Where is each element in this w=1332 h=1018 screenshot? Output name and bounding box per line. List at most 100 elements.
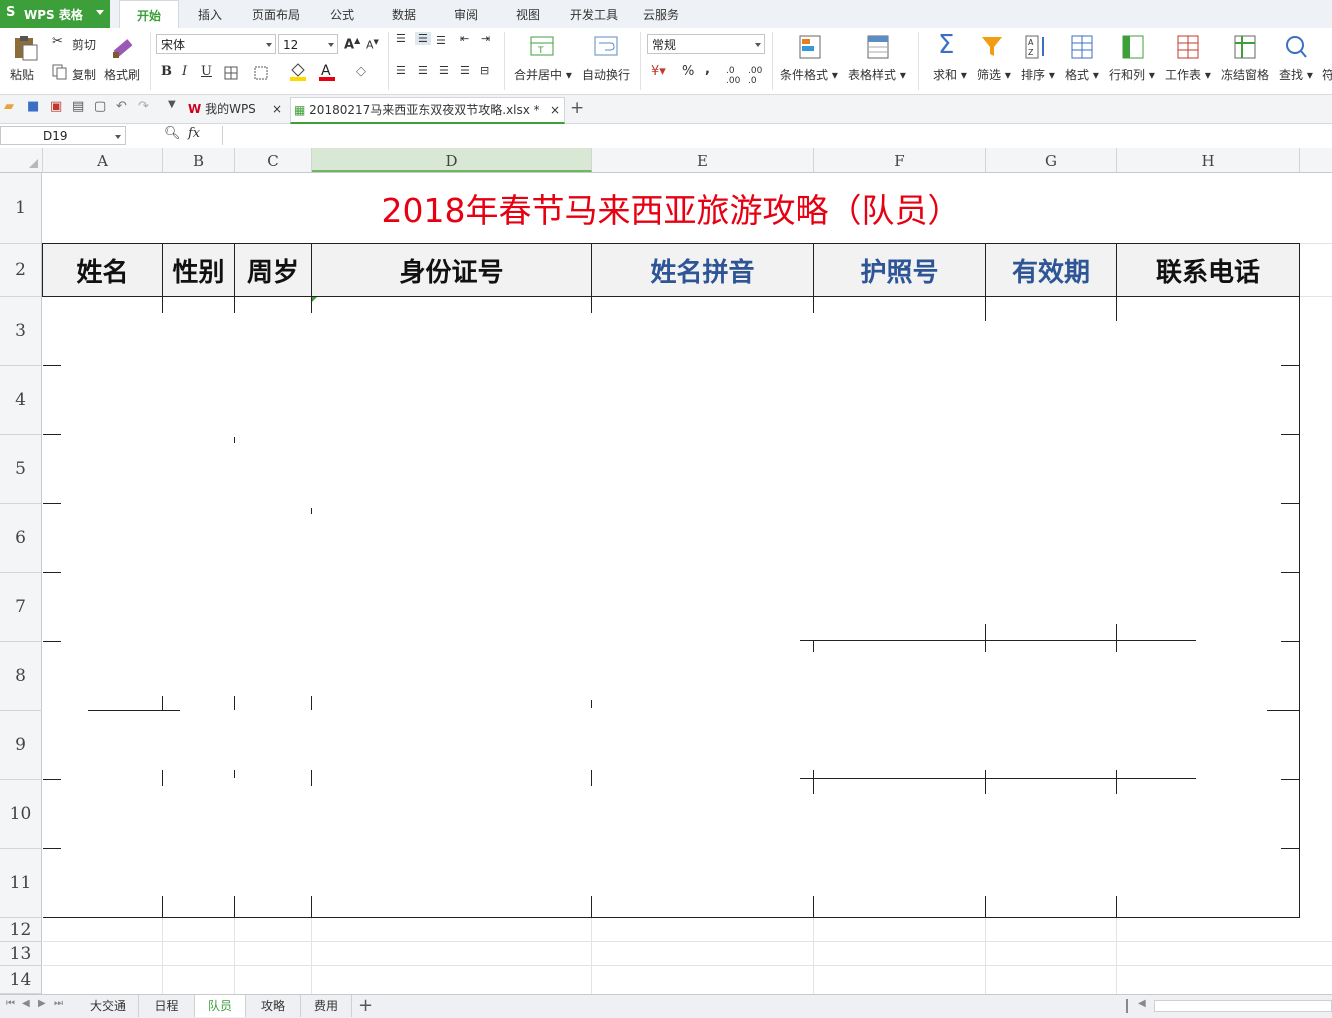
format-painter-icon[interactable] <box>110 34 136 60</box>
doc-tab-file[interactable]: ▦ 20180217马来西亚东双夜双节攻略.xlsx * × <box>290 97 565 124</box>
align-bottom-icon[interactable]: ☰ <box>436 34 446 47</box>
first-sheet-icon[interactable]: ⏮ <box>6 998 15 1009</box>
merge-center-button[interactable]: 合并居中 ▾ <box>514 66 572 83</box>
column-header-b[interactable]: B <box>163 148 235 172</box>
freeze-panes-icon[interactable] <box>1233 34 1257 60</box>
filter-button[interactable]: 筛选 ▾ <box>977 66 1011 83</box>
decrease-decimal-icon[interactable]: .00.0 <box>748 66 762 86</box>
copy-button[interactable]: 复制 <box>72 66 96 83</box>
row-header-13[interactable]: 13 <box>0 942 42 966</box>
tab-formula[interactable]: 公式 <box>318 0 366 28</box>
cell-fill-pattern-icon[interactable] <box>254 66 268 80</box>
more-symbol-button[interactable]: 符 <box>1322 66 1332 83</box>
scroll-splitter[interactable] <box>1126 999 1128 1013</box>
align-center-icon[interactable]: ☰ <box>418 64 428 77</box>
percent-icon[interactable]: % <box>682 64 694 79</box>
header-cell-passport[interactable]: 护照号 <box>814 244 985 296</box>
row-header-5[interactable]: 5 <box>0 435 42 504</box>
undo-icon[interactable]: ↶ <box>116 99 127 114</box>
wrap-text-icon[interactable] <box>594 34 618 58</box>
paste-icon[interactable] <box>12 34 40 62</box>
header-cell-name-pinyin[interactable]: 姓名拼音 <box>592 244 813 296</box>
find-icon[interactable] <box>1284 34 1308 60</box>
sort-button[interactable]: 排序 ▾ <box>1021 66 1055 83</box>
column-header-e[interactable]: E <box>592 148 814 172</box>
sheet-tab-expenses[interactable]: 费用 <box>301 995 352 1017</box>
table-style-icon[interactable] <box>866 34 890 60</box>
align-right-icon[interactable]: ☰ <box>439 64 449 77</box>
tab-page-layout[interactable]: 页面布局 <box>244 0 308 28</box>
borders-icon[interactable] <box>224 66 238 80</box>
select-all-corner[interactable] <box>0 148 43 172</box>
wrap-text-button[interactable]: 自动换行 <box>582 66 630 83</box>
worksheet-icon[interactable] <box>1176 34 1200 60</box>
column-header-d[interactable]: D <box>312 148 592 172</box>
horizontal-scrollbar[interactable] <box>1154 1000 1332 1012</box>
open-folder-icon[interactable]: ▰ <box>4 99 14 114</box>
increase-decimal-icon[interactable]: .0.00 <box>726 66 740 86</box>
worksheet-button[interactable]: 工作表 ▾ <box>1165 66 1211 83</box>
tab-home[interactable]: 开始 <box>119 0 179 30</box>
row-header-1[interactable]: 1 <box>0 173 42 244</box>
font-name-select[interactable]: 宋体 <box>156 34 276 54</box>
column-header-i[interactable] <box>1300 148 1332 172</box>
conditional-format-button[interactable]: 条件格式 ▾ <box>780 66 838 83</box>
redo-icon[interactable]: ↷ <box>138 99 149 114</box>
sheet-tab-members[interactable]: 队员 <box>195 995 246 1017</box>
prev-sheet-icon[interactable]: ◀ <box>22 998 30 1009</box>
underline-icon[interactable]: U <box>201 64 212 79</box>
scroll-left-icon[interactable]: ◀ <box>1138 998 1146 1009</box>
row-header-7[interactable]: 7 <box>0 573 42 642</box>
close-icon[interactable]: × <box>272 97 282 121</box>
row-header-2[interactable]: 2 <box>0 244 42 297</box>
header-cell-expiry[interactable]: 有效期 <box>986 244 1116 296</box>
row-header-10[interactable]: 10 <box>0 780 42 849</box>
merge-center-icon[interactable]: T <box>530 34 554 58</box>
conditional-format-icon[interactable] <box>798 34 822 60</box>
new-tab-plus-icon[interactable]: + <box>570 98 584 118</box>
row-header-3[interactable]: 3 <box>0 297 42 366</box>
sheet-title-cell[interactable]: 2018年春节马来西亚旅游攻略（队员） <box>43 173 1299 243</box>
italic-icon[interactable]: I <box>182 64 187 79</box>
font-color-icon[interactable]: A <box>318 62 336 82</box>
sum-icon[interactable]: Σ <box>938 30 954 60</box>
row-header-14[interactable]: 14 <box>0 966 42 994</box>
tab-review[interactable]: 审阅 <box>442 0 490 28</box>
cut-button[interactable]: 剪切 <box>72 36 96 53</box>
next-sheet-icon[interactable]: ▶ <box>38 998 46 1009</box>
copy-icon[interactable] <box>52 64 68 80</box>
zoom-search-icon[interactable]: 🔍︎ <box>164 126 181 141</box>
row-header-12[interactable]: 12 <box>0 918 42 942</box>
align-top-icon[interactable]: ☰ <box>396 32 406 45</box>
currency-icon[interactable]: ¥▾ <box>651 64 666 79</box>
indent-decrease-icon[interactable]: ⇤ <box>460 32 469 45</box>
header-cell-age[interactable]: 周岁 <box>235 244 311 296</box>
column-header-c[interactable]: C <box>235 148 312 172</box>
customize-dropdown-icon[interactable]: ▼ <box>168 99 176 110</box>
row-col-icon[interactable] <box>1121 34 1145 60</box>
sum-button[interactable]: 求和 ▾ <box>933 66 967 83</box>
save-icon[interactable]: ■ <box>27 99 39 114</box>
bold-icon[interactable]: B <box>161 64 172 79</box>
table-style-button[interactable]: 表格样式 ▾ <box>848 66 906 83</box>
header-cell-name[interactable]: 姓名 <box>43 244 162 296</box>
sheet-tab-schedule[interactable]: 日程 <box>139 995 195 1017</box>
last-sheet-icon[interactable]: ⏭ <box>54 998 63 1009</box>
increase-font-icon[interactable]: A▲ <box>344 36 360 52</box>
row-header-11[interactable]: 11 <box>0 849 42 918</box>
tab-insert[interactable]: 插入 <box>186 0 234 28</box>
distributed-icon[interactable]: ⊟ <box>480 64 489 77</box>
close-icon[interactable]: × <box>550 98 560 122</box>
row-header-4[interactable]: 4 <box>0 366 42 435</box>
export-pdf-icon[interactable]: ▣ <box>50 99 62 114</box>
formula-input[interactable] <box>222 126 1331 145</box>
doc-tab-my-wps[interactable]: W 我的WPS × <box>188 97 286 121</box>
format-icon[interactable] <box>1070 34 1094 60</box>
sheet-tab-guide[interactable]: 攻略 <box>246 995 301 1017</box>
font-size-select[interactable]: 12 <box>278 34 338 54</box>
column-header-h[interactable]: H <box>1117 148 1300 172</box>
clear-format-icon[interactable]: ◇ <box>356 64 366 79</box>
header-cell-id-number[interactable]: 身份证号 <box>312 244 591 296</box>
fx-icon[interactable]: fx <box>188 126 200 141</box>
indent-increase-icon[interactable]: ⇥ <box>481 32 490 45</box>
